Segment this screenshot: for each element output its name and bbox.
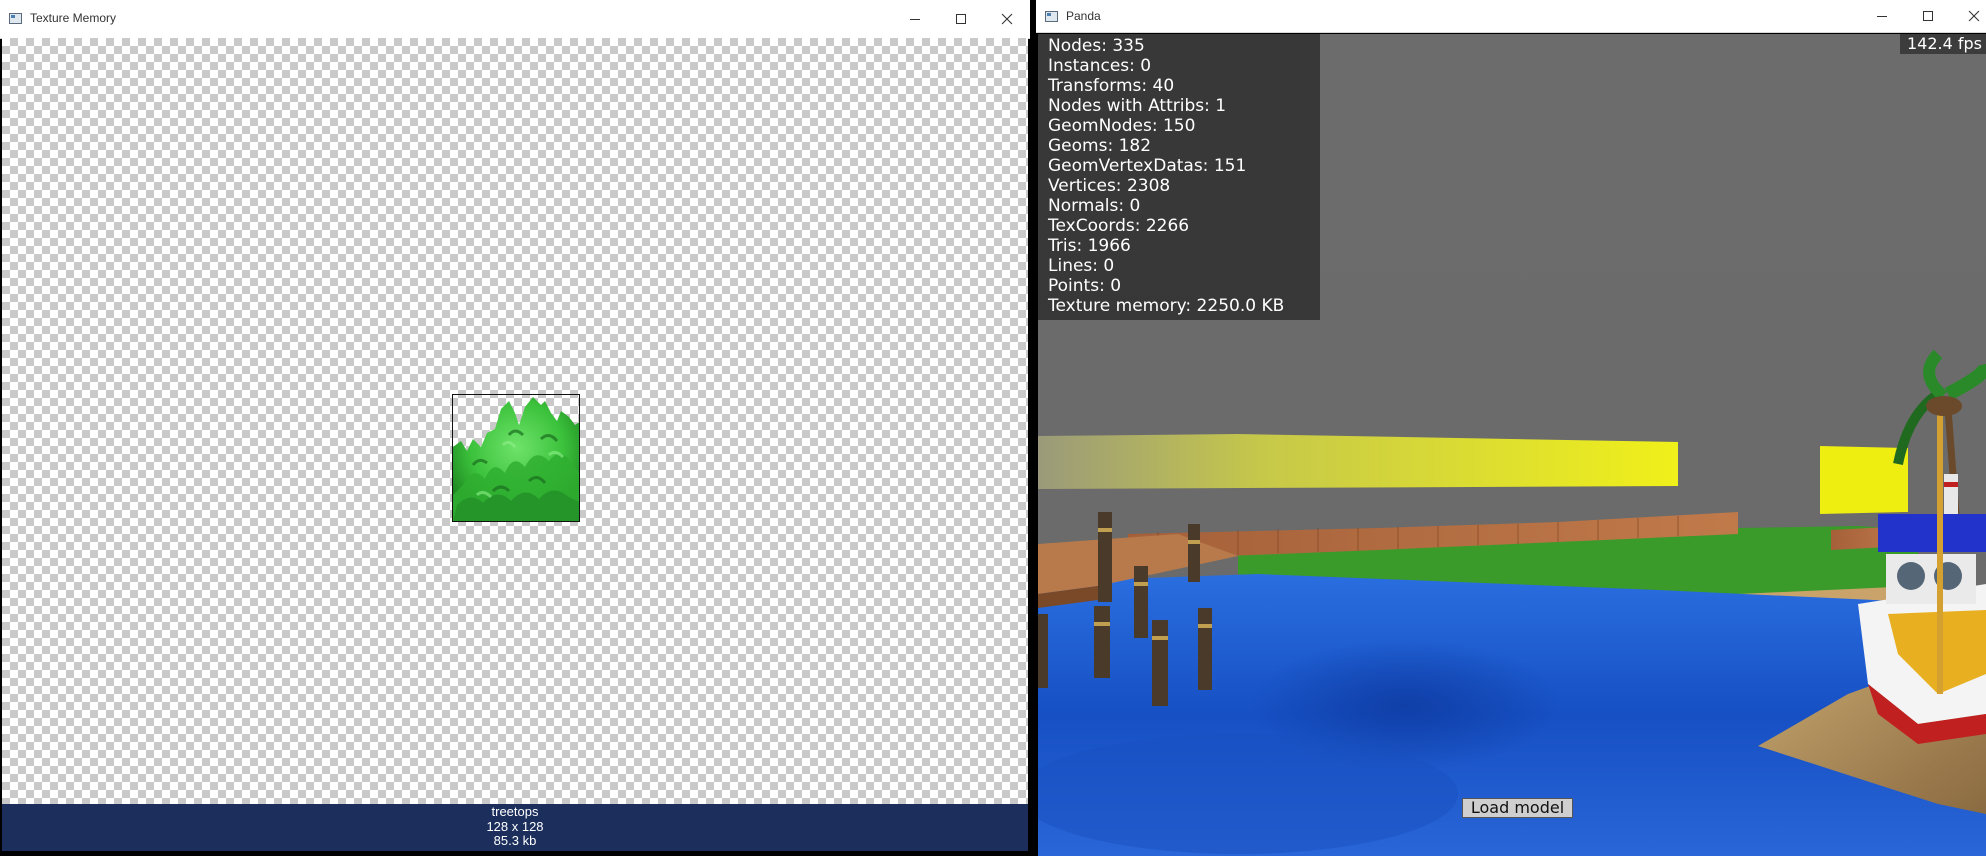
maximize-icon (956, 14, 966, 24)
treetops-texture-image (453, 397, 579, 521)
title-bar[interactable]: Panda (1036, 0, 1986, 33)
fps-meter: 142.4 fps (1900, 34, 1986, 54)
stat-line: Lines: 0 (1048, 256, 1115, 276)
maximize-button[interactable] (938, 0, 984, 38)
window-title: Panda (1066, 9, 1101, 23)
minimize-icon (910, 19, 920, 20)
stat-line: Normals: 0 (1048, 196, 1141, 216)
panda-window: Panda Nodes: 335 Instances: 0 Transforms… (1036, 0, 1986, 856)
texture-name: treetops (491, 804, 539, 819)
stat-line: TexCoords: 2266 (1048, 216, 1190, 236)
close-icon (1968, 10, 1980, 22)
load-model-button[interactable]: Load model (1462, 798, 1573, 818)
stat-line: Nodes: 335 (1048, 36, 1145, 56)
stat-line: Points: 0 (1048, 276, 1122, 296)
app-icon (1045, 11, 1058, 22)
stat-line: Transforms: 40 (1048, 76, 1175, 96)
stat-line: Instances: 0 (1048, 56, 1152, 76)
stat-line: Geoms: 182 (1048, 136, 1152, 156)
window-title: Texture Memory (30, 11, 117, 25)
close-icon (1001, 13, 1013, 25)
stat-line: Texture memory: 2250.0 KB (1048, 296, 1285, 316)
app-icon (9, 13, 22, 24)
stat-line: GeomVertexDatas: 151 (1048, 156, 1247, 176)
texture-canvas[interactable] (2, 38, 1028, 804)
maximize-icon (1923, 11, 1933, 21)
minimize-icon (1877, 16, 1887, 17)
close-button[interactable] (1951, 0, 1986, 32)
texture-dimensions: 128 x 128 (486, 818, 544, 834)
texture-thumbnail[interactable] (452, 394, 580, 522)
stat-line: Vertices: 2308 (1048, 176, 1171, 196)
minimize-button[interactable] (1859, 0, 1905, 32)
close-button[interactable] (984, 0, 1030, 38)
scene-stats-panel: Nodes: 335 Instances: 0 Transforms: 40 N… (1038, 34, 1320, 320)
minimize-button[interactable] (892, 0, 938, 38)
stat-line: Tris: 1966 (1048, 236, 1131, 256)
maximize-button[interactable] (1905, 0, 1951, 32)
title-bar[interactable]: Texture Memory (0, 0, 1030, 39)
stat-line: GeomNodes: 150 (1048, 116, 1196, 136)
texture-memory-window: Texture Memory treetops 128 x 128 85.3 k… (0, 0, 1030, 856)
texture-status-bar: treetops 128 x 128 85.3 kb (2, 804, 1028, 851)
texture-size: 85.3 kb (493, 833, 537, 848)
stat-line: Nodes with Attribs: 1 (1048, 96, 1227, 116)
